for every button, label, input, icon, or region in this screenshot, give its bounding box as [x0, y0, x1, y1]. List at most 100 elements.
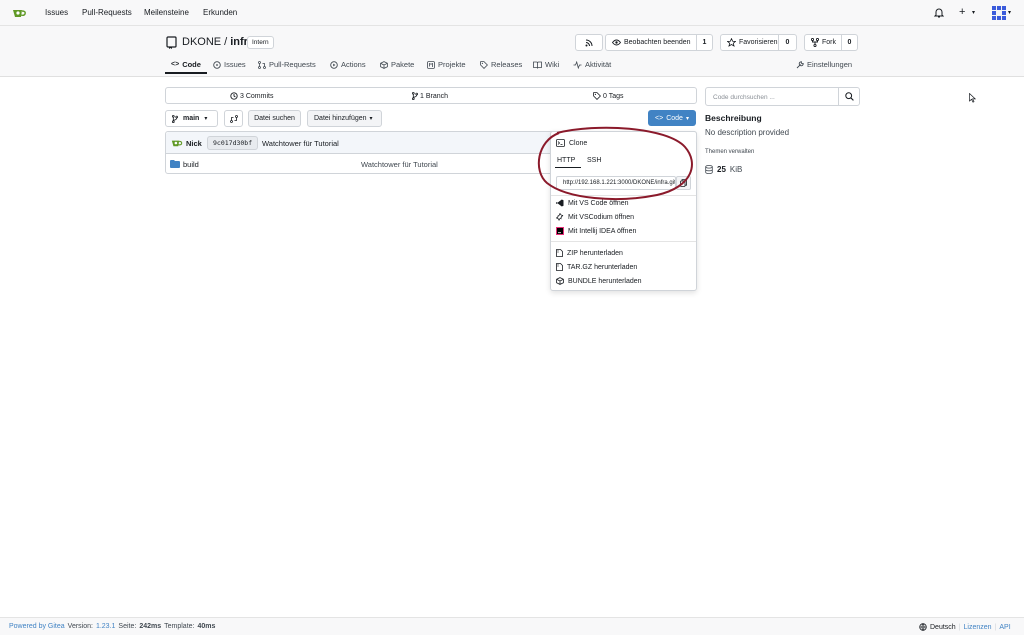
commit-message[interactable]: Watchtower für Tutorial: [262, 139, 339, 148]
branch-icon: [172, 114, 178, 123]
code-search-input[interactable]: Code durchsuchen ...: [705, 87, 839, 106]
intellij-icon: [556, 227, 564, 235]
tab-releases[interactable]: Releases: [480, 60, 522, 69]
bell-icon[interactable]: [934, 7, 944, 18]
repo-size: 25 KiB: [705, 165, 742, 174]
tab-ssh[interactable]: SSH: [587, 157, 601, 164]
terminal-icon: [556, 139, 565, 147]
chevron-down-icon: ▾: [369, 116, 373, 122]
nav-issues[interactable]: Issues: [45, 8, 68, 17]
repo-size-unit: KiB: [729, 165, 743, 174]
tab-pull-requests[interactable]: Pull-Requests: [258, 60, 316, 69]
template-time-label: Template:: [164, 623, 195, 630]
history-icon: [230, 92, 238, 100]
tags-link[interactable]: 0 Tags: [593, 92, 624, 100]
watch-count[interactable]: 1: [696, 34, 713, 51]
eye-icon: [612, 39, 621, 46]
vscode-icon: [556, 199, 564, 207]
top-navbar: Issues Pull-Requests Meilensteine Erkund…: [0, 0, 1024, 26]
page-time-value: 242ms: [139, 623, 162, 630]
version-link[interactable]: 1.23.1: [96, 623, 115, 630]
tab-settings[interactable]: Einstellungen: [796, 60, 852, 69]
download-targz-label: TAR.GZ herunterladen: [567, 263, 638, 271]
gitea-logo-icon[interactable]: [12, 7, 27, 20]
powered-by-link[interactable]: Powered by Gitea: [9, 623, 65, 630]
branch-count: 1 Branch: [420, 92, 449, 100]
nav-milestones[interactable]: Meilensteine: [144, 8, 189, 17]
commit-sha[interactable]: 9c017d30bf: [207, 136, 259, 150]
open-vscode-item[interactable]: Mit VS Code öffnen: [556, 199, 629, 207]
nav-pull-requests[interactable]: Pull-Requests: [82, 8, 132, 17]
author-avatar[interactable]: [171, 138, 184, 148]
tab-label: Releases: [491, 60, 523, 69]
divider: [551, 241, 696, 242]
tab-packages[interactable]: Pakete: [380, 60, 414, 69]
tab-http[interactable]: HTTP: [557, 157, 575, 164]
rss-button[interactable]: [575, 34, 603, 51]
fork-count[interactable]: 0: [841, 34, 858, 51]
chevron-down-icon[interactable]: ▾: [1008, 9, 1011, 16]
repo-stats-bar: 3 Commits 1 Branch 0 Tags: [165, 87, 697, 104]
fork-button[interactable]: Fork: [804, 34, 842, 51]
language-selector[interactable]: Deutsch: [930, 624, 956, 631]
chevron-down-icon[interactable]: ▾: [972, 9, 975, 16]
compare-button[interactable]: [224, 110, 243, 127]
commits-link[interactable]: 3 Commits: [230, 92, 273, 100]
tab-issues[interactable]: Issues: [213, 60, 246, 69]
footer-links: Deutsch | Lizenzen | API: [919, 623, 1011, 631]
tab-label: Actions: [341, 60, 366, 69]
mouse-cursor-icon: [969, 93, 976, 103]
repo-separator: /: [224, 36, 228, 48]
branches-link[interactable]: 1 Branch: [412, 92, 448, 100]
watch-button[interactable]: Beobachten beenden: [605, 34, 697, 51]
commit-author[interactable]: Nick: [186, 139, 202, 148]
nav-explore[interactable]: Erkunden: [203, 8, 237, 17]
footer: Powered by Gitea Version: 1.23.1 Seite: …: [0, 617, 1024, 635]
copy-url-button[interactable]: [676, 176, 691, 190]
open-intellij-label: Mit Intellij IDEA öffnen: [568, 227, 637, 235]
avatar[interactable]: [992, 6, 1006, 20]
add-file-button[interactable]: Datei hinzufügen ▾: [307, 110, 382, 127]
download-zip-item[interactable]: ZIP herunterladen: [556, 249, 623, 257]
star-button[interactable]: Favorisieren: [720, 34, 779, 51]
repo-header: [0, 26, 1024, 77]
database-icon: [705, 165, 713, 174]
search-icon: [844, 92, 854, 101]
download-bundle-label: BUNDLE herunterladen: [568, 277, 642, 285]
active-tab-underline: [165, 72, 207, 74]
tab-label: Aktivität: [585, 60, 612, 69]
api-link[interactable]: API: [999, 624, 1010, 631]
search-button[interactable]: [838, 87, 860, 106]
repo-size-value: 25: [717, 165, 726, 174]
fork-label: Fork: [822, 39, 836, 46]
file-name[interactable]: build: [183, 160, 199, 169]
open-vscodium-item[interactable]: Mit VSCodium öffnen: [556, 213, 634, 221]
download-bundle-item[interactable]: BUNDLE herunterladen: [556, 277, 642, 285]
plus-icon[interactable]: +: [959, 6, 965, 18]
find-file-button[interactable]: Datei suchen: [248, 110, 301, 127]
code-clone-button[interactable]: <> Code ▾: [648, 110, 696, 126]
tab-code[interactable]: <> Code: [171, 60, 201, 69]
download-targz-item[interactable]: TAR.GZ herunterladen: [556, 263, 637, 271]
separator: |: [958, 623, 961, 631]
tab-actions[interactable]: Actions: [330, 60, 366, 69]
tab-projects[interactable]: Projekte: [427, 60, 466, 69]
vscodium-icon: [556, 213, 564, 221]
chevron-down-icon: ▾: [685, 115, 689, 122]
tab-label: Einstellungen: [807, 60, 853, 69]
clone-url-input[interactable]: http://192.168.1.221:3000/DKONE/infra.gi…: [556, 176, 676, 190]
tab-activity[interactable]: Aktivität: [573, 60, 611, 69]
book-icon: [533, 61, 542, 69]
branch-selector[interactable]: main ▾: [165, 110, 218, 127]
play-icon: [330, 60, 338, 69]
licenses-link[interactable]: Lizenzen: [964, 624, 992, 631]
repo-owner[interactable]: DKONE: [182, 36, 221, 48]
file-commit-message[interactable]: Watchtower für Tutorial: [361, 160, 438, 169]
tab-wiki[interactable]: Wiki: [533, 60, 559, 69]
star-count[interactable]: 0: [778, 34, 797, 51]
pulse-icon: [573, 60, 582, 69]
version-label: Version:: [67, 623, 93, 630]
globe-icon: [919, 623, 927, 631]
manage-topics-link[interactable]: Themen verwalten: [705, 149, 754, 155]
open-intellij-item[interactable]: Mit Intellij IDEA öffnen: [556, 227, 636, 235]
